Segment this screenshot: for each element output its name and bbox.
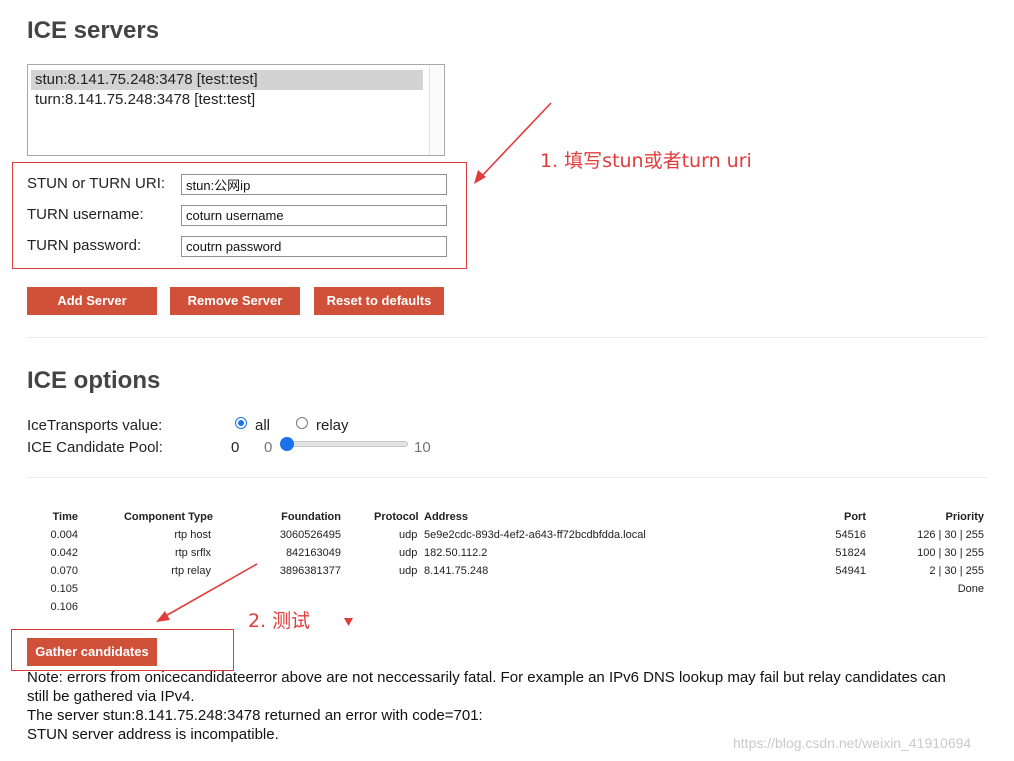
annotation-step-2: 2. 测试	[248, 610, 311, 632]
table-cell-foundation: 842163049	[285, 547, 341, 559]
password-input[interactable]	[181, 236, 447, 257]
transport-relay-radio[interactable]	[296, 417, 308, 429]
candidate-pool-value: 0	[231, 439, 240, 456]
table-header-time: Time	[52, 511, 78, 523]
table-cell-time: 0.106	[50, 601, 78, 613]
cursor-icon	[344, 618, 353, 626]
table-cell-port: 51824	[835, 547, 866, 559]
annotation-arrow-1	[474, 102, 552, 184]
table-cell-foundation: 3060526495	[279, 529, 341, 541]
table-header-port: Port	[844, 511, 866, 523]
table-header-foundation: Foundation	[281, 511, 341, 523]
candidate-pool-label: ICE Candidate Pool:	[27, 439, 163, 456]
table-header-address: Address	[424, 511, 469, 523]
table-cell-time: 0.004	[50, 529, 78, 541]
table-cell-priority: Done	[957, 583, 984, 595]
table-cell-time: 0.105	[50, 583, 78, 595]
uri-input[interactable]	[181, 174, 447, 195]
divider	[27, 477, 987, 478]
note-line: Note: errors from onicecandidateerror ab…	[27, 669, 946, 686]
remove-server-button[interactable]: Remove Server	[170, 287, 300, 315]
table-cell-protocol: udp	[399, 565, 418, 577]
slider-handle[interactable]	[280, 437, 294, 451]
candidate-pool-slider[interactable]	[281, 441, 408, 447]
ice-options-heading: ICE options	[27, 367, 161, 394]
server-list[interactable]: stun:8.141.75.248:3478 [test:test] turn:…	[27, 64, 445, 156]
uri-label: STUN or TURN URI:	[27, 175, 166, 192]
username-label: TURN username:	[27, 206, 144, 223]
notes: Note: errors from onicecandidateerror ab…	[27, 668, 1002, 744]
note-line: The server stun:8.141.75.248:3478 return…	[27, 707, 483, 724]
slider-min-label: 0	[264, 439, 273, 456]
table-cell-protocol: udp	[399, 529, 418, 541]
table-cell-address: 5e9e2cdc-893d-4ef2-a643-ff72bcdbfdda.loc…	[424, 529, 646, 541]
username-input[interactable]	[181, 205, 447, 226]
gather-candidates-button[interactable]: Gather candidates	[27, 638, 157, 666]
table-header-priority: Priority	[945, 511, 984, 523]
table-cell-type: rtp host	[174, 529, 211, 541]
table-header-protocol: Protocol	[374, 511, 419, 523]
transport-relay-label[interactable]: relay	[316, 417, 349, 434]
server-list-item[interactable]: turn:8.141.75.248:3478 [test:test]	[28, 90, 444, 110]
password-label: TURN password:	[27, 237, 142, 254]
transport-all-label[interactable]: all	[255, 417, 270, 434]
divider	[27, 337, 987, 338]
ice-transports-label: IceTransports value:	[27, 417, 163, 434]
note-line: still be gathered via IPv4.	[27, 688, 195, 705]
table-cell-priority: 2 | 30 | 255	[929, 565, 984, 577]
slider-max-label: 10	[414, 439, 431, 456]
transport-all-radio[interactable]	[235, 417, 247, 429]
server-list-item[interactable]: stun:8.141.75.248:3478 [test:test]	[31, 70, 423, 90]
table-cell-protocol: udp	[399, 547, 418, 559]
add-server-button[interactable]: Add Server	[27, 287, 157, 315]
table-cell-address: 8.141.75.248	[424, 565, 489, 577]
table-cell-priority: 100 | 30 | 255	[917, 547, 984, 559]
table-cell-foundation: 3896381377	[279, 565, 341, 577]
ice-servers-heading: ICE servers	[27, 17, 160, 44]
table-cell-time: 0.070	[50, 565, 78, 577]
server-list-scrollbar[interactable]	[429, 65, 444, 155]
watermark: https://blog.csdn.net/weixin_41910694	[733, 735, 972, 751]
table-cell-port: 54941	[835, 565, 866, 577]
reset-defaults-button[interactable]: Reset to defaults	[314, 287, 444, 315]
annotation-step-1: 1. 填写stun或者turn uri	[540, 150, 752, 172]
table-cell-port: 54516	[835, 529, 866, 541]
table-cell-address: 182.50.112.2	[424, 547, 488, 559]
table-cell-type: rtp srflx	[174, 547, 211, 559]
table-cell-time: 0.042	[50, 547, 78, 559]
table-cell-priority: 126 | 30 | 255	[917, 529, 984, 541]
table-header-component-type: Component Type	[123, 511, 213, 523]
